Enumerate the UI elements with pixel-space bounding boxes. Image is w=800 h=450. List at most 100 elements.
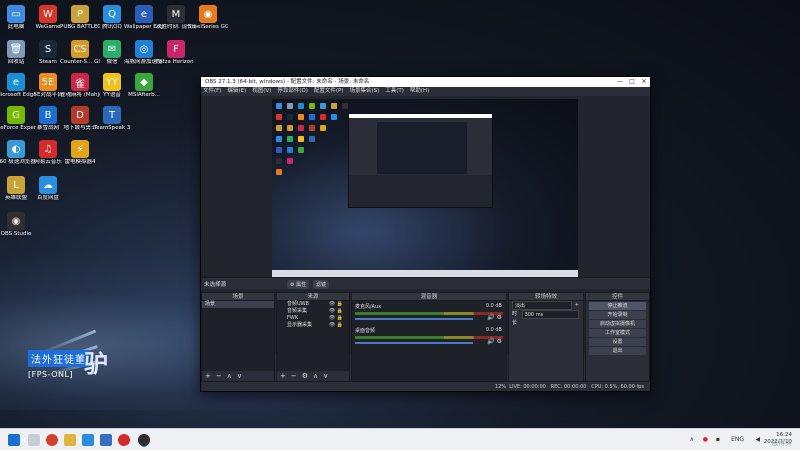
scene-down-button[interactable]: ∨: [237, 372, 242, 380]
app-glyph: ⚡: [76, 143, 84, 155]
app-glyph: F: [173, 43, 179, 55]
mixer-title: 混音器: [352, 293, 506, 301]
preview-desktop-icon: [331, 103, 337, 109]
caption-en: [FPS-ONL]: [28, 370, 74, 379]
app-icon: 🗑: [7, 40, 25, 58]
source-settings-button[interactable]: ⚙: [302, 372, 308, 380]
chrome-icon[interactable]: [46, 434, 58, 446]
app-icon: ◎: [135, 40, 153, 58]
speaker-icon[interactable]: 🔊: [487, 338, 494, 345]
app-icon: W: [39, 5, 57, 23]
preview-desktop-icon: [276, 136, 282, 142]
volume-meter: [355, 312, 503, 315]
mail-icon[interactable]: [100, 434, 112, 446]
language-indicator[interactable]: ENG: [731, 436, 744, 443]
app-icon: T: [103, 106, 121, 124]
visibility-lock-icon[interactable]: 👁 🔒: [329, 308, 343, 315]
source-item[interactable]: FWK 👁 🔒: [277, 315, 349, 322]
add-scene-button[interactable]: +: [205, 372, 211, 380]
control-button[interactable]: 退出: [589, 347, 646, 355]
desktop-icon-label: OBS Studio: [0, 231, 32, 237]
source-up-button[interactable]: ∧: [313, 372, 318, 380]
menu-item[interactable]: 场景集合(S): [349, 88, 379, 94]
obs-menubar: 文件(F) 编辑(E) 视图(V) 停靠部件(D) 配置文件(P) 场景集合(S) 工具(T…: [201, 87, 650, 96]
tray-chevron-icon[interactable]: ∧: [690, 436, 694, 443]
source-item[interactable]: 显示器采集 👁 🔒: [277, 322, 349, 329]
control-button[interactable]: 开始录制: [589, 311, 646, 319]
preview-desktop-icon: [276, 114, 282, 120]
menu-item[interactable]: 视图(V): [252, 88, 271, 94]
mixer-dock: 混音器 麦克风/Aux 0.0 dB 🔊 ⚙ 桌面音频 0.0 dB 🔊 ⚙: [351, 292, 507, 382]
preview-canvas[interactable]: [272, 99, 578, 277]
volume-slider[interactable]: [355, 342, 473, 344]
source-item[interactable]: 音频UWB 👁 🔒: [277, 301, 349, 308]
menu-item[interactable]: 停靠部件(D): [277, 88, 308, 94]
close-button[interactable]: ✕: [638, 77, 650, 87]
source-item[interactable]: 音频采集 👁 🔒: [277, 308, 349, 315]
app-icon: ◉: [7, 212, 25, 230]
scene-item[interactable]: 场景: [202, 301, 274, 308]
menu-item[interactable]: 帮助(H): [410, 88, 429, 94]
duration-input[interactable]: 300 ms: [521, 310, 579, 319]
desktop-icon-label: 雷电模拟器4: [64, 159, 96, 165]
app-glyph: 雀: [75, 78, 85, 90]
desktop-icon-label: Forza Horizon 5: [156, 59, 196, 65]
volume-meter: [355, 336, 503, 339]
no-source-label: 未选择源: [204, 282, 227, 288]
control-button[interactable]: 停止推流: [589, 302, 646, 310]
obs-taskbar-icon[interactable]: [138, 434, 150, 446]
status-bar: 12% LIVE: 00:00:00 REC: 00:00:00 CPU: 0.…: [201, 381, 650, 391]
netease-music-icon[interactable]: [118, 434, 130, 446]
control-button[interactable]: 工作室模式: [589, 329, 646, 337]
minimize-button[interactable]: —: [614, 77, 626, 87]
visibility-lock-icon[interactable]: 👁 🔒: [329, 322, 343, 329]
menu-item[interactable]: 工具(T): [385, 88, 404, 94]
control-button[interactable]: 启动虚拟摄像机: [589, 320, 646, 328]
tray-app-icon[interactable]: ●: [703, 436, 708, 443]
transition-select[interactable]: 淡出: [512, 301, 572, 310]
preview-desktop-icon: [298, 147, 304, 153]
properties-button[interactable]: ⚙ 属性: [287, 280, 310, 289]
preview-desktop-icon: [287, 158, 293, 164]
channel-name: 桌面音频: [355, 328, 376, 334]
maximize-button[interactable]: □: [626, 77, 638, 87]
source-down-button[interactable]: ∨: [323, 372, 328, 380]
gear-icon[interactable]: ⚙: [497, 338, 502, 345]
menu-item[interactable]: 编辑(E): [227, 88, 246, 94]
speaker-icon[interactable]: 🔊: [487, 314, 494, 321]
controls-title: 控件: [586, 293, 649, 301]
volume-slider[interactable]: [355, 318, 473, 320]
gear-icon[interactable]: ⚙: [497, 314, 502, 321]
add-source-button[interactable]: +: [280, 372, 286, 380]
visibility-lock-icon[interactable]: 👁 🔒: [329, 315, 343, 322]
network-icon[interactable]: ▪: [716, 436, 720, 443]
app-icon: ◉: [199, 5, 217, 23]
scene-up-button[interactable]: ∧: [227, 372, 232, 380]
search-icon[interactable]: [28, 434, 40, 446]
app-glyph: P: [76, 8, 84, 20]
remove-source-button[interactable]: −: [291, 372, 297, 380]
caption-big: 驴: [84, 350, 108, 378]
caption-cn: 法外狂徒董: [28, 350, 89, 367]
visibility-lock-icon[interactable]: 👁 🔒: [329, 301, 343, 308]
app-glyph: M: [171, 8, 181, 20]
channel-db: 0.0 dB: [485, 327, 502, 333]
preview-desktop-icon: [298, 125, 304, 131]
scenes-dock: 场景 场景 + − ∧ ∨: [201, 292, 275, 382]
preview-desktop-icon: [276, 169, 282, 175]
taskbar: ∧ ● ▪ ENG ◀ 16:24 2022/1/10: [0, 428, 800, 450]
app-icon: ▭: [7, 5, 25, 23]
app-icon: F: [167, 40, 185, 58]
edge-icon[interactable]: [82, 434, 94, 446]
remove-scene-button[interactable]: −: [216, 372, 222, 380]
control-button[interactable]: 设置: [589, 338, 646, 346]
filters-button[interactable]: 滤镜: [313, 280, 330, 289]
volume-icon[interactable]: ◀: [755, 436, 760, 443]
app-glyph: G: [12, 109, 20, 121]
menu-item[interactable]: 配置文件(P): [314, 88, 344, 94]
start-icon[interactable]: [8, 434, 20, 446]
menu-item[interactable]: 文件(F): [203, 88, 221, 94]
transition-add-button[interactable]: +: [575, 301, 579, 310]
desktop-icon[interactable]: ◉ OBS Studio: [0, 210, 36, 256]
file-explorer-icon[interactable]: [64, 434, 76, 446]
